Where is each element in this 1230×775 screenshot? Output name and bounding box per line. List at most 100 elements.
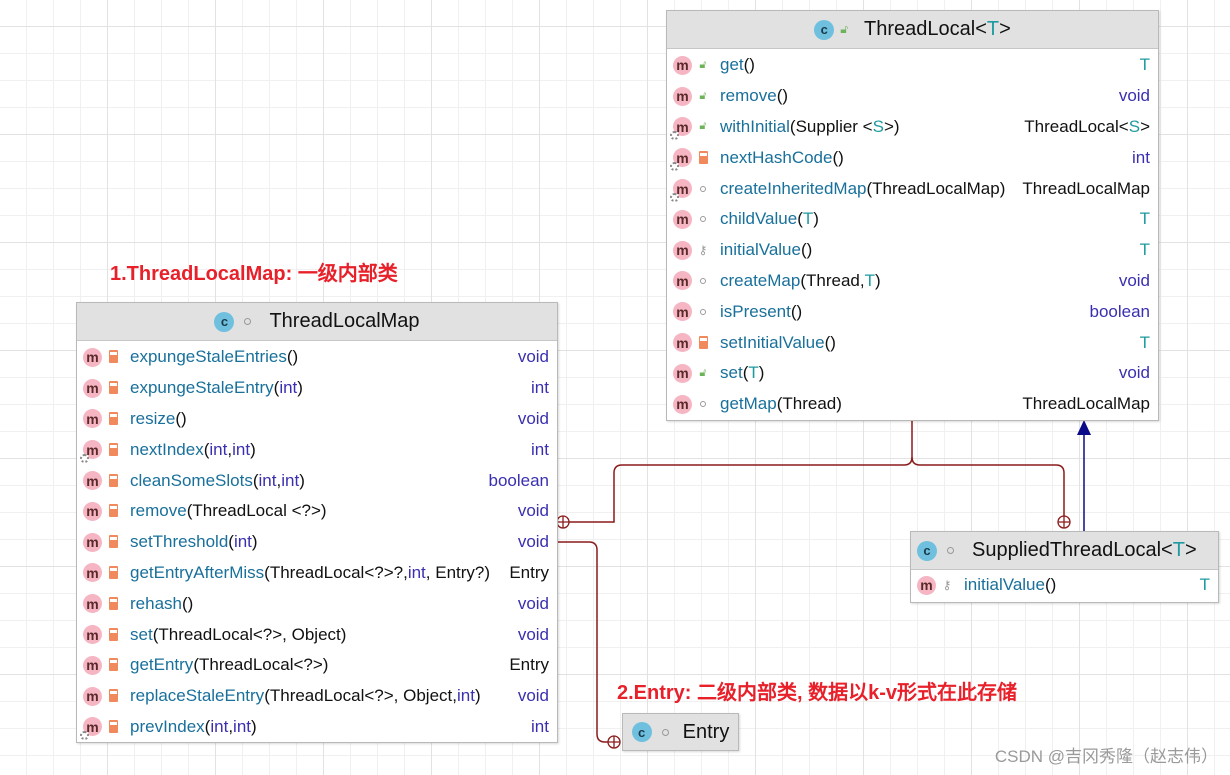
class-header: c Entry xyxy=(623,714,738,750)
return-type-part: T xyxy=(1139,240,1150,260)
return-type: void xyxy=(506,409,549,429)
static-gear-icon xyxy=(80,731,89,741)
method-params: int xyxy=(233,716,252,736)
class-icon: c xyxy=(631,722,652,742)
method-params: () xyxy=(181,593,194,613)
method-row[interactable]: m 🔓︎ set(T) void xyxy=(667,358,1158,389)
method-params: (Supplier < xyxy=(789,116,873,136)
return-type: void xyxy=(1107,363,1150,383)
method-params: ) xyxy=(874,270,881,290)
method-row[interactable]: m 🔓︎ remove() void xyxy=(667,81,1158,112)
method-name: resize xyxy=(130,408,176,428)
method-row[interactable]: m prevIndex(int, int) int xyxy=(77,712,557,743)
static-gear-icon xyxy=(80,454,89,464)
method-row[interactable]: m getEntryAfterMiss (ThreadLocal<?>?, int,… xyxy=(77,558,557,589)
method-icon: m xyxy=(673,86,692,106)
return-type-part: > xyxy=(1140,116,1150,136)
method-params: ) xyxy=(250,439,256,459)
method-params: T xyxy=(748,363,759,383)
method-params: ) xyxy=(474,686,481,706)
method-row[interactable]: m resize() void xyxy=(77,404,557,435)
method-row[interactable]: m replaceStaleEntry (ThreadLocal<?>, Objec… xyxy=(77,681,557,712)
method-row[interactable]: m childValue(T) T xyxy=(667,204,1158,235)
return-type-part: T xyxy=(1139,55,1150,75)
method-row[interactable]: m remove (ThreadLocal <?>) void xyxy=(77,496,557,527)
method-params: ) xyxy=(299,470,305,490)
class-threadlocalmap[interactable]: c ThreadLocalMap m expungeStaleEntries() v… xyxy=(76,302,558,743)
method-name: remove xyxy=(720,86,777,106)
return-type: void xyxy=(506,686,549,706)
return-type-part: T xyxy=(1139,332,1150,352)
method-params: (ThreadLocal <?>) xyxy=(186,501,327,521)
method-row[interactable]: m ⚷ initialValue() T xyxy=(667,235,1158,266)
method-icon: m xyxy=(673,240,692,260)
method-params: int xyxy=(209,439,228,459)
inner-class-link-threadlocalmap xyxy=(569,420,913,523)
method-icon: m xyxy=(670,117,692,141)
return-type-part: Entry xyxy=(509,655,549,675)
return-type: int xyxy=(519,440,549,460)
method-name: expungeStaleEntry xyxy=(130,378,274,398)
package-visibility-icon xyxy=(244,318,252,325)
return-type-part: void xyxy=(1118,363,1150,383)
class-threadlocal[interactable]: c 🔓︎ ThreadLocal<T> m 🔓︎ get() Tm 🔓︎ remove()… xyxy=(666,10,1159,421)
method-row[interactable]: m nextIndex(int, int) int xyxy=(77,434,557,465)
method-name: rehash xyxy=(130,593,182,613)
static-gear-icon xyxy=(670,131,679,141)
method-params: () xyxy=(800,240,813,260)
method-icon: m xyxy=(673,333,692,353)
method-name: createMap xyxy=(720,270,801,290)
return-type: T xyxy=(1128,240,1150,260)
return-type: ThreadLocalMap xyxy=(1010,179,1150,199)
package-visibility-icon xyxy=(698,185,708,192)
package-visibility-icon xyxy=(947,547,954,554)
method-row[interactable]: m setThreshold(int) void xyxy=(77,527,557,558)
method-row[interactable]: m cleanSomeSlots(int, int) boolean xyxy=(77,465,557,496)
method-row[interactable]: m createMap (Thread, T) void xyxy=(667,266,1158,297)
method-row[interactable]: m rehash() void xyxy=(77,588,557,619)
method-params: () xyxy=(1044,575,1057,595)
return-type: int xyxy=(1120,148,1150,168)
package-visibility-icon xyxy=(698,277,708,284)
return-type: T xyxy=(1128,209,1150,229)
static-gear-icon xyxy=(670,162,679,172)
method-name: prevIndex xyxy=(130,716,205,736)
method-row[interactable]: m expungeStaleEntry(int) int xyxy=(77,373,557,404)
method-params: ) xyxy=(297,378,303,398)
method-icon: m xyxy=(83,409,102,429)
class-header: c ThreadLocalMap xyxy=(77,303,557,341)
method-row[interactable]: m ⚷ initialValue() T xyxy=(911,570,1218,601)
method-icon: m xyxy=(83,625,102,645)
method-row[interactable]: m getMap (Thread) ThreadLocalMap xyxy=(667,389,1158,420)
method-params: , Entry?) xyxy=(425,562,491,582)
method-params: () xyxy=(776,86,789,106)
return-type: void xyxy=(506,347,549,367)
private-lock-icon xyxy=(108,415,118,425)
method-icon: m xyxy=(673,394,692,414)
method-row[interactable]: m isPresent() boolean xyxy=(667,296,1158,327)
method-name: initialValue xyxy=(720,240,801,260)
method-name: isPresent xyxy=(720,301,791,321)
method-row[interactable]: m 🔓︎ get() T xyxy=(667,50,1158,81)
class-icon: c xyxy=(814,19,835,40)
method-row[interactable]: m expungeStaleEntries() void xyxy=(77,342,557,373)
return-type: ThreadLocalMap xyxy=(1010,394,1150,414)
class-entry[interactable]: c Entry xyxy=(622,713,739,751)
class-title: ThreadLocalMap xyxy=(269,310,420,332)
method-icon: m xyxy=(83,378,102,398)
inner-class-link-entry xyxy=(557,541,608,743)
return-type: boolean xyxy=(1077,302,1150,322)
method-row[interactable]: m createInheritedMap (ThreadLocalMap) Threa… xyxy=(667,173,1158,204)
private-lock-icon xyxy=(108,569,118,579)
method-icon: m xyxy=(83,532,102,552)
public-icon: 🔓︎ xyxy=(699,366,707,379)
method-row[interactable]: m set (ThreadLocal<?>, Object) void xyxy=(77,619,557,650)
class-suppliedthreadlocal[interactable]: c SuppliedThreadLocal<T> m ⚷ initialValue(… xyxy=(910,531,1219,603)
method-row[interactable]: m nextHashCode() int xyxy=(667,142,1158,173)
annotation-threadlocalmap: 1.ThreadLocalMap: 一级内部类 xyxy=(110,263,398,285)
method-row[interactable]: m getEntry (ThreadLocal<?>) Entry xyxy=(77,650,557,681)
method-row[interactable]: m 🔓︎ withInitial (Supplier < S >) ThreadLocal<… xyxy=(667,112,1158,143)
private-lock-icon xyxy=(108,692,118,703)
return-type-part: T xyxy=(1199,575,1210,595)
method-row[interactable]: m setInitialValue() T xyxy=(667,327,1158,358)
